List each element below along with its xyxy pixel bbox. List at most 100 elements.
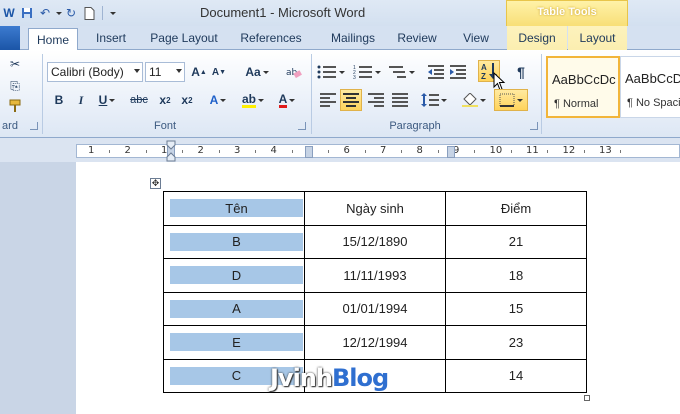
shrink-font-icon[interactable]: A ▼ bbox=[210, 62, 228, 82]
table-cell[interactable]: 15/12/1890 bbox=[304, 224, 446, 259]
group-separator bbox=[541, 54, 542, 134]
tab-review[interactable]: Review bbox=[390, 26, 444, 50]
save-icon[interactable] bbox=[18, 4, 36, 22]
italic-button[interactable]: I bbox=[74, 90, 88, 110]
title-bar: W ↶ ↻ Document1 - Microsoft Word Table T… bbox=[0, 0, 680, 28]
indent-marker-icon[interactable] bbox=[166, 140, 176, 162]
selected-cell-text: D bbox=[170, 266, 303, 285]
tab-view[interactable]: View bbox=[454, 26, 498, 50]
paragraph-launcher-icon[interactable] bbox=[530, 122, 538, 130]
bold-button[interactable]: B bbox=[52, 90, 66, 110]
format-painter-icon[interactable] bbox=[2, 96, 28, 116]
table-cell[interactable]: 14 bbox=[445, 358, 587, 393]
font-name-combo[interactable]: Calibri (Body) bbox=[47, 62, 143, 82]
selected-cell-text: B bbox=[170, 232, 303, 251]
file-tab[interactable] bbox=[0, 26, 20, 50]
bullets-button[interactable] bbox=[316, 62, 346, 82]
style-no-spacing[interactable]: AaBbCcDc ¶ No Spaci... bbox=[620, 56, 680, 118]
font-color-button[interactable]: A bbox=[274, 90, 300, 110]
ruler-tick bbox=[145, 150, 147, 153]
tab-home[interactable]: Home bbox=[28, 28, 78, 51]
clear-formatting-icon[interactable]: ab bbox=[284, 62, 304, 82]
tab-references[interactable]: References bbox=[234, 26, 308, 50]
borders-button[interactable] bbox=[494, 89, 528, 111]
table-cell[interactable]: 11/11/1993 bbox=[304, 258, 446, 293]
table-cell[interactable]: 18 bbox=[445, 258, 587, 293]
word-app-icon[interactable]: W bbox=[0, 4, 18, 22]
new-document-icon[interactable] bbox=[80, 4, 98, 22]
font-size-value: 11 bbox=[149, 65, 162, 79]
change-case-icon[interactable]: Aa bbox=[244, 62, 270, 82]
table-cell[interactable]: Điểm bbox=[445, 191, 587, 226]
strikethrough-button[interactable]: abc bbox=[128, 90, 150, 110]
shading-button[interactable] bbox=[460, 90, 488, 110]
show-paragraph-marks-button[interactable]: ¶ bbox=[512, 62, 530, 82]
style-name: ¶ No Spaci... bbox=[627, 97, 680, 109]
grow-font-icon[interactable]: A ▲ bbox=[190, 62, 208, 82]
clipboard-launcher-icon[interactable] bbox=[30, 122, 38, 130]
ruler-number: 2 bbox=[197, 145, 204, 156]
superscript-button[interactable]: x2 bbox=[178, 90, 196, 110]
cut-icon[interactable]: ✂ bbox=[2, 54, 28, 74]
ruler-number: 4 bbox=[270, 145, 277, 156]
font-name-value: Calibri (Body) bbox=[51, 65, 124, 79]
subscript-button[interactable]: x2 bbox=[156, 90, 174, 110]
ruler-number: 12 bbox=[562, 145, 576, 156]
highlight-color-button[interactable]: ab bbox=[240, 90, 266, 110]
font-size-combo[interactable]: 11 bbox=[145, 62, 185, 82]
paragraph-group-label: Paragraph bbox=[389, 120, 441, 132]
tab-mailings[interactable]: Mailings bbox=[320, 26, 386, 50]
multilevel-list-button[interactable] bbox=[388, 62, 416, 82]
table-row: D 11/11/1993 18 bbox=[163, 258, 587, 293]
tab-design[interactable]: Design bbox=[507, 26, 567, 50]
table-move-handle-icon[interactable]: ✥ bbox=[150, 178, 161, 189]
watermark-part1: Jvinh bbox=[270, 364, 333, 392]
table-cell[interactable]: D bbox=[163, 258, 305, 293]
redo-icon[interactable]: ↻ bbox=[62, 4, 80, 22]
document-table[interactable]: Tên Ngày sinh Điểm B 15/12/1890 21 D 11/11/1993… bbox=[163, 191, 587, 393]
underline-button[interactable]: U bbox=[96, 90, 118, 110]
align-left-button[interactable] bbox=[318, 90, 338, 110]
table-cell[interactable]: 01/01/1994 bbox=[304, 291, 446, 326]
tab-layout[interactable]: Layout bbox=[568, 26, 627, 50]
table-cell[interactable]: 21 bbox=[445, 224, 587, 259]
justify-button[interactable] bbox=[390, 90, 410, 110]
align-right-button[interactable] bbox=[366, 90, 386, 110]
style-normal[interactable]: AaBbCcDc ¶ Normal bbox=[546, 56, 620, 118]
horizontal-ruler[interactable]: 1212345678910111213 bbox=[0, 138, 680, 162]
numbering-button[interactable]: 123 bbox=[352, 62, 382, 82]
ruler-tick bbox=[510, 150, 512, 153]
table-cell[interactable]: 15 bbox=[445, 291, 587, 326]
table-cell[interactable]: Ngày sinh bbox=[304, 191, 446, 226]
ruler-column-marker[interactable] bbox=[447, 146, 455, 158]
group-separator bbox=[42, 54, 43, 134]
clipboard-group-label: ard bbox=[2, 120, 18, 132]
table-cell[interactable]: Tên bbox=[163, 191, 305, 226]
svg-text:Z: Z bbox=[481, 72, 486, 80]
ruler-tick bbox=[364, 150, 366, 153]
table-cell[interactable]: 23 bbox=[445, 325, 587, 360]
align-center-button[interactable] bbox=[340, 89, 362, 111]
increase-indent-button[interactable] bbox=[448, 62, 468, 82]
undo-icon[interactable]: ↶ bbox=[36, 4, 54, 22]
line-spacing-button[interactable] bbox=[420, 90, 448, 110]
customize-qat-icon[interactable] bbox=[107, 4, 117, 22]
ruler-tick bbox=[437, 150, 439, 153]
table-cell[interactable]: E bbox=[163, 325, 305, 360]
decrease-indent-button[interactable] bbox=[426, 62, 446, 82]
table-resize-handle[interactable] bbox=[584, 395, 590, 401]
tab-page-layout[interactable]: Page Layout bbox=[146, 26, 222, 50]
table-cell[interactable]: A bbox=[163, 291, 305, 326]
copy-icon[interactable]: ⎘ bbox=[2, 76, 28, 96]
table-tools-label: Table Tools bbox=[537, 6, 597, 18]
ruler-number: 3 bbox=[234, 145, 241, 156]
ribbon-tab-row: Home Insert Page Layout References Maili… bbox=[0, 26, 680, 51]
table-cell[interactable]: 12/12/1994 bbox=[304, 325, 446, 360]
font-launcher-icon[interactable] bbox=[298, 122, 306, 130]
tab-insert[interactable]: Insert bbox=[86, 26, 136, 50]
ruler-column-marker[interactable] bbox=[305, 146, 313, 158]
selected-cell-text: Tên bbox=[170, 199, 303, 218]
table-cell[interactable]: B bbox=[163, 224, 305, 259]
text-effects-button[interactable]: A bbox=[206, 90, 230, 110]
undo-dropdown-icon[interactable] bbox=[54, 4, 62, 22]
